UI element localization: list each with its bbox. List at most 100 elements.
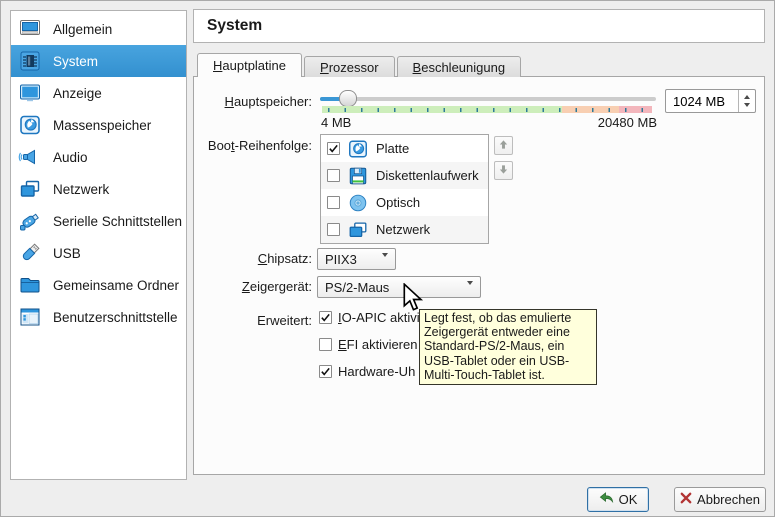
chipset-label: Chipsatz: [194, 251, 312, 266]
spin-down-icon[interactable] [744, 103, 750, 107]
tooltip-line: Legt fest, ob das emulierte [424, 311, 592, 325]
sidebar-item-audio[interactable]: Audio [11, 141, 186, 173]
spin-up-icon[interactable] [744, 95, 750, 99]
sidebar-item-label: Massenspeicher [53, 118, 151, 133]
boot-item-label: Diskettenlaufwerk [376, 168, 479, 183]
boot-item-checkbox[interactable] [327, 196, 340, 209]
usb-plug-icon [18, 241, 42, 265]
extended-option-checkbox[interactable] [319, 311, 332, 324]
memory-min-label: 4 MB [321, 115, 351, 130]
shared-folder-icon [18, 273, 42, 297]
mouse-cursor [402, 283, 424, 316]
tab-label: Beschleunigung [413, 60, 506, 75]
tab-label: Hauptplatine [213, 58, 286, 73]
sidebar-item-benutzerschnittstelle[interactable]: Benutzerschnittstelle [11, 301, 186, 333]
pointing-device-value: PS/2-Maus [325, 280, 389, 295]
sidebar-item-anzeige[interactable]: Anzeige [11, 77, 186, 109]
vm-settings-dialog: Allgemein System Anzeige Massenspeicher Audi… [0, 0, 775, 517]
memory-label: Hauptspeicher: [194, 94, 312, 109]
sidebar-item-label: Netzwerk [53, 182, 109, 197]
page-header: System [193, 9, 765, 43]
extended-option-checkbox[interactable] [319, 338, 332, 351]
serial-port-icon [18, 209, 42, 233]
extended-option-label: Hardware-Uh [338, 364, 415, 379]
tab-bar: Hauptplatine Prozessor Beschleunigung [197, 53, 523, 77]
boot-item-label: Netzwerk [376, 222, 430, 237]
general-icon [18, 17, 42, 41]
extended-label: Erweitert: [194, 313, 312, 328]
cancel-button-label: Abbrechen [697, 492, 760, 507]
tooltip-line: Multi-Touch-Tablet ist. [424, 368, 592, 382]
sidebar-item-system[interactable]: System [11, 45, 186, 77]
extended-option: EFI aktivieren [319, 337, 420, 351]
boot-item-checkbox[interactable] [327, 169, 340, 182]
boot-item-checkbox[interactable] [327, 142, 340, 155]
boot-item-label: Optisch [376, 195, 420, 210]
sidebar-item-netzwerk[interactable]: Netzwerk [11, 173, 186, 205]
sidebar-item-label: USB [53, 246, 81, 261]
boot-item-diskettenlaufwerk[interactable]: Diskettenlaufwerk [321, 162, 488, 189]
spin-buttons [738, 90, 755, 112]
extended-option-checkbox[interactable] [319, 365, 332, 378]
extended-options: IO-APIC aktiviEFI aktivierenHardware-Uh [319, 310, 420, 378]
tab-prozessor[interactable]: Prozessor [304, 56, 395, 77]
boot-item-netzwerk[interactable]: Netzwerk [321, 216, 488, 243]
boot-move-down-button[interactable] [494, 161, 513, 180]
chipset-value: PIIX3 [325, 252, 357, 267]
tab-beschleunigung[interactable]: Beschleunigung [397, 56, 522, 77]
boot-item-optisch[interactable]: Optisch [321, 189, 488, 216]
memory-slider[interactable] [320, 90, 658, 107]
speaker-icon [18, 145, 42, 169]
boot-item-platte[interactable]: Platte [321, 135, 488, 162]
sidebar-item-serielle-schnittstellen[interactable]: Serielle Schnittstellen [11, 205, 186, 237]
hard-disk-icon [347, 138, 369, 160]
pointing-device-select[interactable]: PS/2-Maus [317, 276, 481, 298]
slider-handle[interactable] [339, 90, 357, 107]
settings-category-list: Allgemein System Anzeige Massenspeicher Audi… [10, 10, 187, 480]
boot-item-checkbox[interactable] [327, 223, 340, 236]
sidebar-item-gemeinsame-ordner[interactable]: Gemeinsame Ordner [11, 269, 186, 301]
memory-scale [322, 106, 652, 113]
ok-arrow-icon [599, 492, 614, 508]
pointing-device-label: Zeigergerät: [194, 279, 312, 294]
sidebar-item-label: Serielle Schnittstellen [53, 214, 182, 229]
hard-disk-icon [18, 113, 42, 137]
system-chip-icon [18, 49, 42, 73]
sidebar-item-label: Allgemein [53, 22, 112, 37]
tab-hauptplatine[interactable]: Hauptplatine [197, 53, 302, 77]
extended-option: Hardware-Uh [319, 364, 420, 378]
sidebar-item-label: System [53, 54, 98, 69]
sidebar-item-label: Benutzerschnittstelle [53, 310, 178, 325]
sidebar-item-label: Anzeige [53, 86, 102, 101]
page-title: System [207, 17, 262, 35]
memory-input[interactable] [666, 90, 738, 112]
down-arrow-icon [498, 163, 509, 178]
tooltip-line: USB-Tablet oder ein USB- [424, 354, 592, 368]
floppy-icon [347, 165, 369, 187]
optical-disc-icon [347, 192, 369, 214]
boot-move-up-button[interactable] [494, 136, 513, 155]
sidebar-item-usb[interactable]: USB [11, 237, 186, 269]
cancel-x-icon [680, 492, 692, 507]
boot-order-list: Platte Diskettenlaufwerk Optisch Netzwerk [320, 134, 489, 244]
chipset-select[interactable]: PIIX3 [317, 248, 396, 270]
memory-spinbox[interactable] [665, 89, 756, 113]
chevron-down-icon [467, 285, 473, 300]
hauptplatine-panel: Hauptspeicher: 4 MB 20480 MB Boot-Reihen… [193, 76, 765, 475]
slider-groove[interactable] [320, 97, 656, 101]
display-icon [18, 81, 42, 105]
ok-button-label: OK [619, 492, 638, 507]
sidebar-item-massenspeicher[interactable]: Massenspeicher [11, 109, 186, 141]
extended-option-label: EFI aktivieren [338, 337, 417, 352]
sidebar-item-label: Audio [53, 150, 88, 165]
tooltip-line: Zeigergerät entweder eine [424, 325, 592, 339]
ok-button[interactable]: OK [587, 487, 649, 512]
tab-label: Prozessor [320, 60, 379, 75]
boot-order-label: Boot-Reihenfolge: [194, 138, 312, 153]
tooltip-line: Standard-PS/2-Maus, ein [424, 339, 592, 353]
network-icon [347, 219, 369, 241]
cancel-button[interactable]: Abbrechen [674, 487, 766, 512]
sidebar-item-label: Gemeinsame Ordner [53, 278, 179, 293]
up-arrow-icon [498, 138, 509, 153]
sidebar-item-allgemein[interactable]: Allgemein [11, 13, 186, 45]
